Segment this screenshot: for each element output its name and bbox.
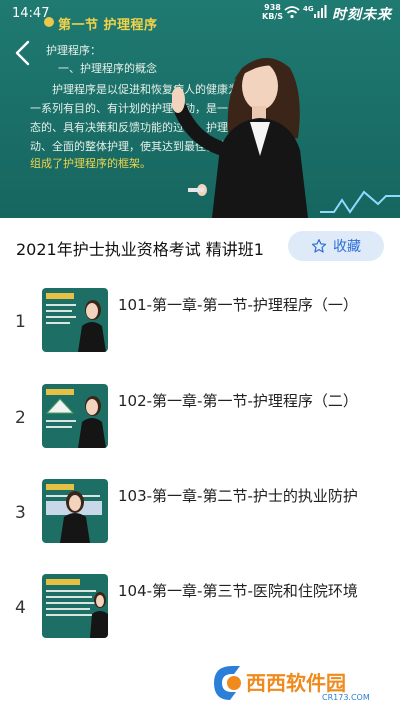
network-speed-unit: KB/S — [262, 12, 283, 21]
board-line: 护理程序： — [46, 44, 101, 57]
lesson-title: 103-第一章-第二节-护士的执业防护 — [118, 487, 358, 505]
lesson-title: 104-第一章-第三节-医院和住院环境 — [118, 582, 358, 600]
lesson-thumbnail — [42, 574, 108, 638]
board-line: 一、护理程序的概念 — [58, 62, 157, 75]
lesson-thumbnail — [42, 384, 108, 448]
lesson-item[interactable]: 4 104-第一章-第三节-医院和住院环境 — [0, 574, 400, 644]
network-speed-value: 938 — [264, 3, 281, 12]
back-arrow-icon[interactable] — [12, 38, 34, 68]
favorite-button[interactable]: 收藏 — [288, 231, 384, 261]
status-time: 14:47 — [12, 6, 50, 21]
teacher-figure — [172, 58, 308, 218]
status-bar: 14:47 938 KB/S 4G 时刻未来 — [0, 0, 400, 26]
favorite-label: 收藏 — [333, 239, 361, 255]
decorative-wave — [320, 190, 400, 214]
site-domain: CR173.COM — [322, 693, 370, 702]
lesson-item[interactable]: 1 101-第一章-第一节-护理程序（一） — [0, 288, 400, 358]
star-icon — [311, 239, 327, 253]
brand-watermark: 时刻未来 — [332, 7, 392, 23]
video-player[interactable]: 第一节 护理程序 护理程序： 一、护理程序的概念 护理程序是以促进和恢复病人的健… — [0, 0, 400, 218]
lesson-title: 102-第一章-第一节-护理程序（二） — [118, 392, 358, 410]
lesson-thumbnail — [42, 288, 108, 352]
signal-icon — [314, 5, 327, 18]
site-name: 西西软件园 — [246, 671, 346, 695]
lesson-thumbnail — [42, 479, 108, 543]
lesson-index: 3 — [15, 503, 26, 523]
site-watermark-logo: 西西软件园 CR173.COM — [210, 662, 396, 704]
lesson-title: 101-第一章-第一节-护理程序（一） — [118, 296, 358, 314]
lesson-item[interactable]: 3 103-第一章-第二节-护士的执业防护 — [0, 479, 400, 549]
lesson-index: 1 — [15, 312, 26, 332]
board-line-highlight: 组成了护理程序的框架。 — [30, 157, 151, 170]
lesson-item[interactable]: 2 102-第一章-第一节-护理程序（二） — [0, 384, 400, 454]
lesson-index: 2 — [15, 408, 26, 428]
wifi-icon — [284, 6, 300, 19]
course-title: 2021年护士执业资格考试 精讲班1 — [16, 240, 264, 259]
network-speed: 938 KB/S — [262, 3, 283, 21]
lesson-index: 4 — [15, 598, 26, 618]
